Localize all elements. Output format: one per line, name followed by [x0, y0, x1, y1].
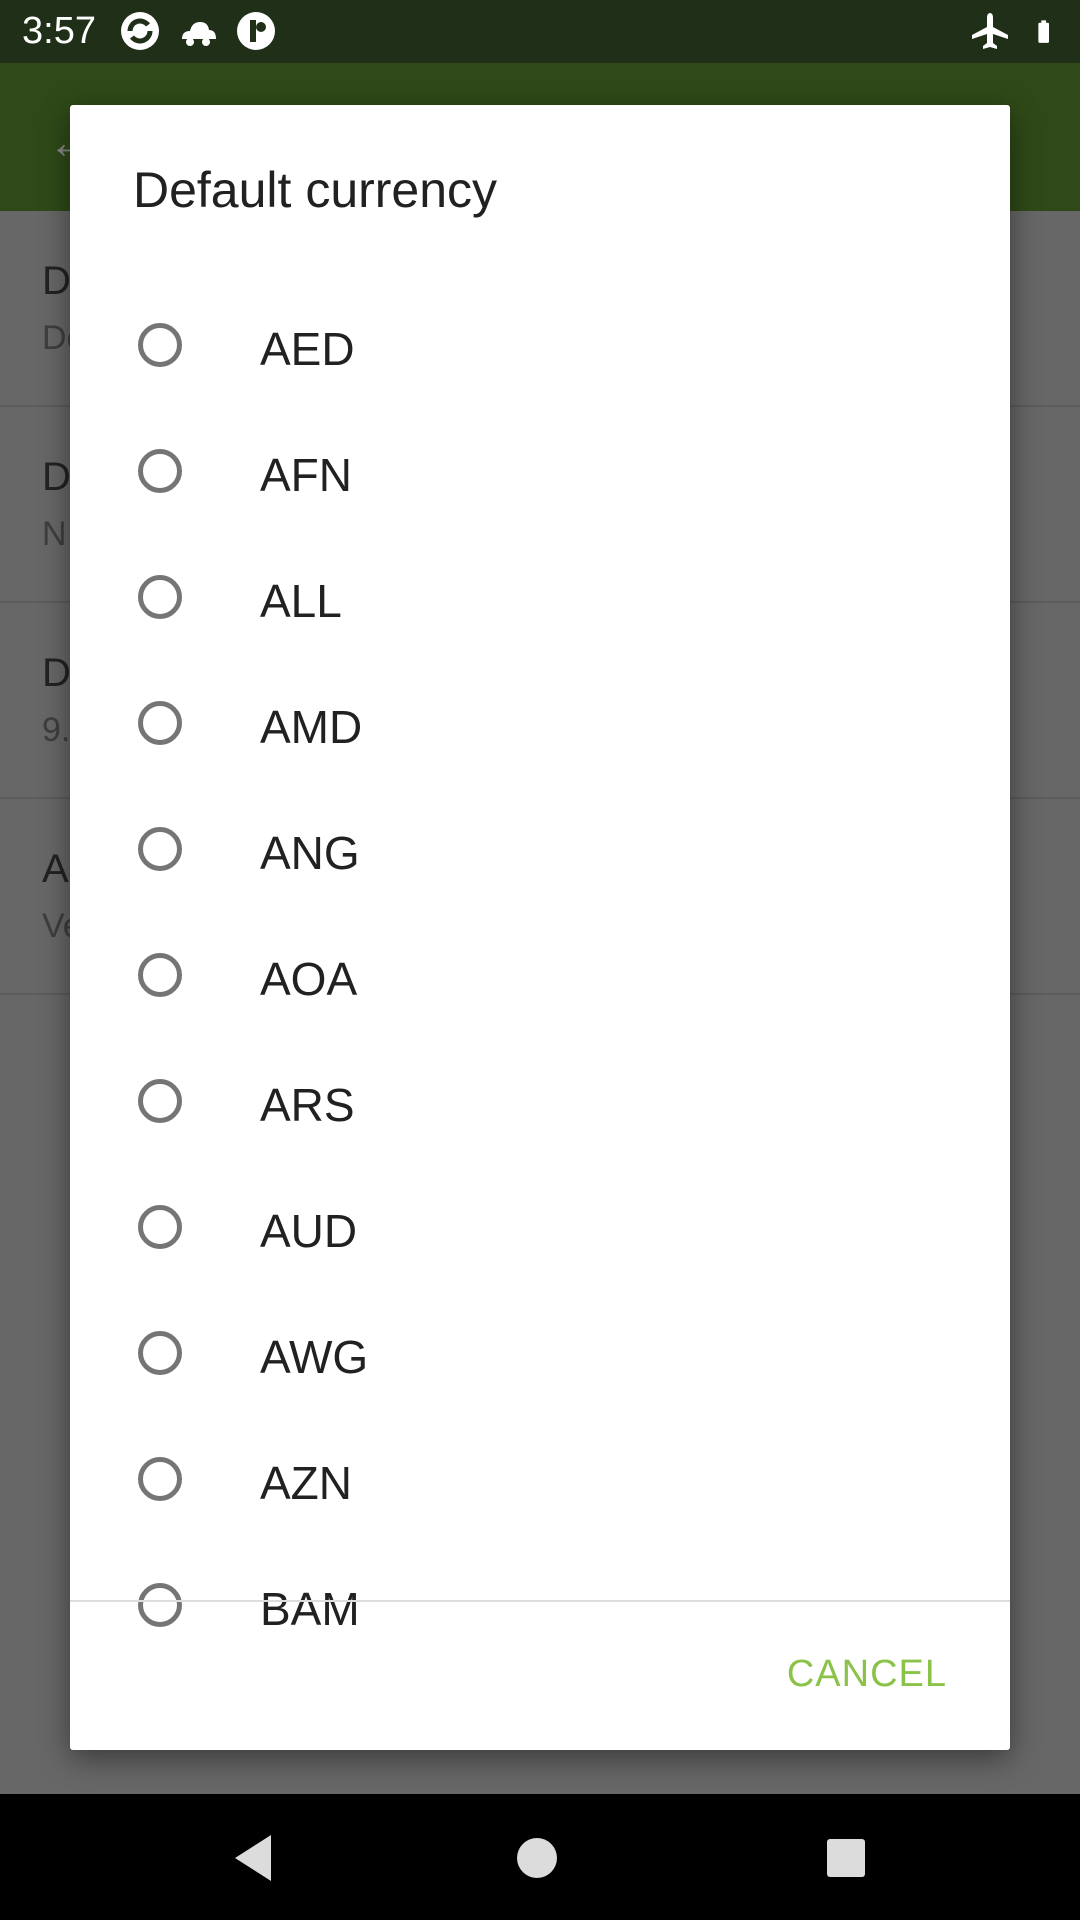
radio-button[interactable]: [138, 827, 182, 871]
option-label: AUD: [260, 1205, 358, 1257]
status-time: 3:57: [22, 10, 96, 52]
radio-button[interactable]: [138, 1079, 182, 1123]
dialog-title: Default currency: [133, 162, 498, 218]
settings-row-title: D: [42, 455, 71, 499]
recents-icon[interactable]: [819, 1831, 873, 1885]
currency-option[interactable]: AZN: [70, 1419, 1010, 1545]
currency-option[interactable]: AMD: [70, 663, 1010, 789]
option-label: ALL: [260, 575, 342, 627]
option-label: ANG: [260, 827, 360, 879]
currency-option[interactable]: ANG: [70, 789, 1010, 915]
settings-row-title: D: [42, 651, 71, 695]
option-label: ARS: [260, 1079, 355, 1131]
option-label: AWG: [260, 1331, 369, 1383]
airplane-mode-icon: [972, 13, 1008, 49]
currency-dialog: Default currency AED AFN ALL AMD ANG AOA: [70, 105, 1010, 1750]
dialog-divider: [70, 1600, 1010, 1602]
currency-option[interactable]: ALL: [70, 537, 1010, 663]
option-label: AED: [260, 323, 355, 375]
sync-icon: [121, 12, 159, 50]
radio-button[interactable]: [138, 1583, 182, 1627]
currency-option[interactable]: AUD: [70, 1167, 1010, 1293]
battery-icon: [1038, 20, 1049, 43]
settings-row-title: D: [42, 259, 71, 303]
option-label: AZN: [260, 1457, 352, 1509]
cloud-icon: [182, 22, 216, 46]
home-icon[interactable]: [510, 1831, 564, 1885]
status-bar: 3:57: [0, 0, 1080, 63]
radio-button[interactable]: [138, 953, 182, 997]
radio-button[interactable]: [138, 575, 182, 619]
status-icons-right: [968, 9, 1062, 53]
currency-option[interactable]: AWG: [70, 1293, 1010, 1419]
radio-button[interactable]: [138, 323, 182, 367]
radio-button[interactable]: [138, 449, 182, 493]
currency-option[interactable]: AED: [70, 285, 1010, 411]
circle-badge-icon: [237, 12, 275, 50]
currency-option[interactable]: AOA: [70, 915, 1010, 1041]
settings-row-subtitle: N: [42, 515, 67, 553]
radio-button[interactable]: [138, 1205, 182, 1249]
option-label: BAM: [260, 1583, 360, 1635]
option-label: AOA: [260, 953, 358, 1005]
option-label: AMD: [260, 701, 363, 753]
currency-option[interactable]: AFN: [70, 411, 1010, 537]
radio-button[interactable]: [138, 701, 182, 745]
radio-button[interactable]: [138, 1457, 182, 1501]
settings-row-title: A: [42, 847, 69, 891]
currency-option[interactable]: ARS: [70, 1041, 1010, 1167]
cancel-button[interactable]: CANCEL: [787, 1653, 947, 1696]
radio-button[interactable]: [138, 1331, 182, 1375]
currency-option-list[interactable]: AED AFN ALL AMD ANG AOA ARS AUD AWG AZN …: [70, 285, 1010, 1703]
status-icons-left: [118, 9, 278, 53]
settings-row-subtitle: 9.: [42, 711, 71, 749]
navigation-bar: [0, 1794, 1080, 1920]
option-label: AFN: [260, 449, 352, 501]
back-icon[interactable]: [227, 1831, 281, 1885]
